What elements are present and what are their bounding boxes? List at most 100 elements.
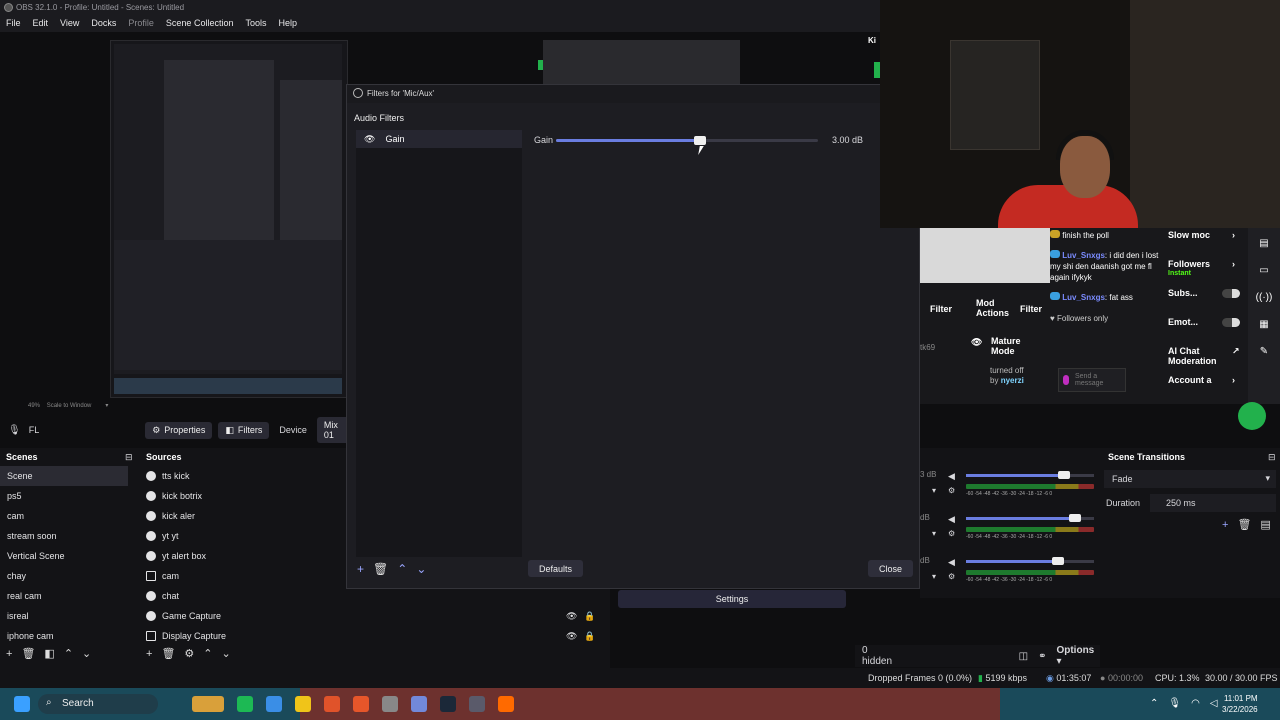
filter-row-gain[interactable]: 👁 Gain — [356, 130, 522, 148]
chat-setting-item[interactable]: AI Chat Moderation ↗ — [1168, 344, 1248, 373]
layout-icon[interactable]: ◫ — [1019, 651, 1028, 662]
defaults-button[interactable]: Defaults — [528, 560, 583, 577]
down-icon[interactable]: ⌄ — [416, 562, 426, 576]
chevron-down-icon[interactable]: ▾ — [105, 403, 108, 409]
chevron-down-icon[interactable]: ▾ — [932, 572, 936, 581]
scene-item[interactable]: real cam — [0, 586, 128, 606]
volume-handle[interactable] — [1069, 514, 1082, 522]
gear-icon[interactable]: ▤ — [1260, 518, 1270, 531]
up-icon[interactable]: ⌃ — [64, 647, 73, 660]
panel-menu-icon[interactable]: ⊟ — [125, 452, 133, 463]
menu-file[interactable]: File — [6, 18, 21, 32]
scene-item[interactable]: ps5 — [0, 486, 128, 506]
source-item[interactable]: chat — [140, 586, 610, 606]
wrench-icon[interactable]: ✎ — [1260, 346, 1268, 357]
folder-icon[interactable] — [295, 696, 311, 712]
filter-icon[interactable]: ◧ — [44, 647, 54, 660]
transition-type-dropdown[interactable]: Fade ▾ — [1104, 470, 1276, 488]
trash-icon[interactable]: 🗑 — [161, 647, 175, 660]
broadcast-icon[interactable]: ((·)) — [1256, 292, 1273, 303]
volume-handle[interactable] — [1057, 471, 1070, 479]
toggle-switch[interactable] — [1222, 289, 1240, 298]
eye-icon[interactable]: 👁 — [364, 134, 375, 145]
source-item[interactable]: Display Capture 👁 🔒 — [140, 626, 610, 646]
scene-item[interactable]: cam — [0, 506, 128, 526]
filter-tab-2[interactable]: Filter — [1020, 304, 1042, 314]
volume-icon[interactable]: ◀ — [948, 557, 955, 568]
burger-app-icon[interactable] — [192, 696, 224, 712]
steam-icon[interactable] — [440, 696, 456, 712]
menu-edit[interactable]: Edit — [33, 18, 49, 32]
firefox-icon[interactable] — [324, 696, 340, 712]
eye-icon[interactable]: 👁 — [566, 611, 577, 622]
spotify-icon[interactable] — [237, 696, 253, 712]
chat-setting-item[interactable]: Subs... — [1168, 286, 1248, 315]
wifi-icon[interactable]: ◠ — [1191, 698, 1200, 709]
eye-icon[interactable]: 👁 — [566, 631, 577, 642]
panel-menu-icon[interactable]: ⊟ — [1268, 452, 1276, 463]
chevron-down-icon[interactable]: ▾ — [932, 529, 936, 538]
trash-icon[interactable]: 🗑 — [1237, 518, 1251, 531]
up-icon[interactable]: ⌃ — [397, 562, 407, 576]
settings-button[interactable]: Settings — [618, 590, 846, 608]
menu-scene-collection[interactable]: Scene Collection — [166, 18, 234, 32]
gear-icon[interactable]: ⚙ — [948, 486, 955, 495]
gear-icon[interactable]: ⚙ — [948, 572, 955, 581]
scene-item[interactable]: chay — [0, 566, 128, 586]
duration-input[interactable]: 250 ms — [1150, 494, 1276, 512]
menu-docks[interactable]: Docks — [91, 18, 116, 32]
document-icon[interactable]: ▤ — [1259, 238, 1268, 249]
settings-icon[interactable] — [469, 696, 485, 712]
add-icon[interactable]: + — [1222, 519, 1228, 531]
menu-profile[interactable]: Profile — [128, 18, 154, 32]
taskbar-search[interactable]: ⌕ Search — [38, 694, 158, 714]
down-icon[interactable]: ⌄ — [82, 647, 91, 660]
gear-icon[interactable]: ⚙ — [184, 647, 194, 660]
menu-tools[interactable]: Tools — [245, 18, 266, 32]
chat-setting-item[interactable]: Account a › — [1168, 373, 1248, 402]
chat-setting-item[interactable]: Slow moc › — [1168, 228, 1248, 257]
add-icon[interactable]: + — [357, 562, 364, 576]
discord-icon[interactable] — [411, 696, 427, 712]
properties-button[interactable]: ⚙ Properties — [145, 421, 213, 439]
scene-item[interactable]: iphone cam — [0, 626, 128, 646]
chat-setting-item[interactable]: Emot... — [1168, 315, 1248, 344]
toggle-switch[interactable] — [1222, 318, 1240, 327]
lock-icon[interactable]: 🔒 — [584, 631, 595, 642]
trash-icon[interactable]: 🗑 — [373, 562, 388, 576]
up-icon[interactable]: ⌃ — [203, 647, 212, 660]
app-icon[interactable] — [498, 696, 514, 712]
scene-item[interactable]: stream soon — [0, 526, 128, 546]
down-icon[interactable]: ⌄ — [222, 647, 231, 660]
menu-view[interactable]: View — [60, 18, 79, 32]
trash-icon[interactable]: 🗑 — [21, 647, 35, 660]
chat-setting-item[interactable]: Followers Instant › — [1168, 257, 1248, 286]
add-icon[interactable]: + — [146, 648, 152, 660]
brave-icon[interactable] — [353, 696, 369, 712]
chrome-icon[interactable] — [266, 696, 282, 712]
gear-icon[interactable]: ⚙ — [948, 529, 955, 538]
chat-icon[interactable]: ▭ — [1259, 265, 1268, 276]
stack-icon[interactable]: ▦ — [1259, 319, 1268, 330]
filter-tab[interactable]: Filter — [930, 304, 952, 314]
volume-icon[interactable]: ◁ — [1210, 698, 1218, 709]
options-button[interactable]: Options ▾ — [1056, 645, 1100, 667]
scene-item[interactable]: isreal — [0, 606, 128, 626]
close-button[interactable]: Close — [868, 560, 913, 577]
obs-icon[interactable] — [382, 696, 398, 712]
add-icon[interactable]: + — [6, 648, 12, 660]
chevron-up-icon[interactable]: ⌃ — [1150, 698, 1158, 709]
mod-actions-tab[interactable]: Mod Actions — [976, 298, 1018, 318]
scene-item[interactable]: Vertical Scene — [0, 546, 128, 566]
menu-help[interactable]: Help — [278, 18, 297, 32]
volume-handle[interactable] — [1052, 557, 1065, 565]
source-item[interactable]: Game Capture 👁 🔒 — [140, 606, 610, 626]
send-message-input[interactable]: Send a message — [1058, 368, 1126, 392]
chevron-down-icon[interactable]: ▾ — [932, 486, 936, 495]
mic-icon[interactable]: 🎙 — [1168, 698, 1181, 709]
windows-start-icon[interactable] — [14, 696, 30, 712]
scale-dropdown[interactable]: Scale to Window — [47, 403, 92, 409]
volume-icon[interactable]: ◀ — [948, 471, 955, 482]
taskbar-clock[interactable]: 11:01 PM 3/22/2026 — [1222, 693, 1258, 715]
lock-icon[interactable]: 🔒 — [584, 611, 595, 622]
